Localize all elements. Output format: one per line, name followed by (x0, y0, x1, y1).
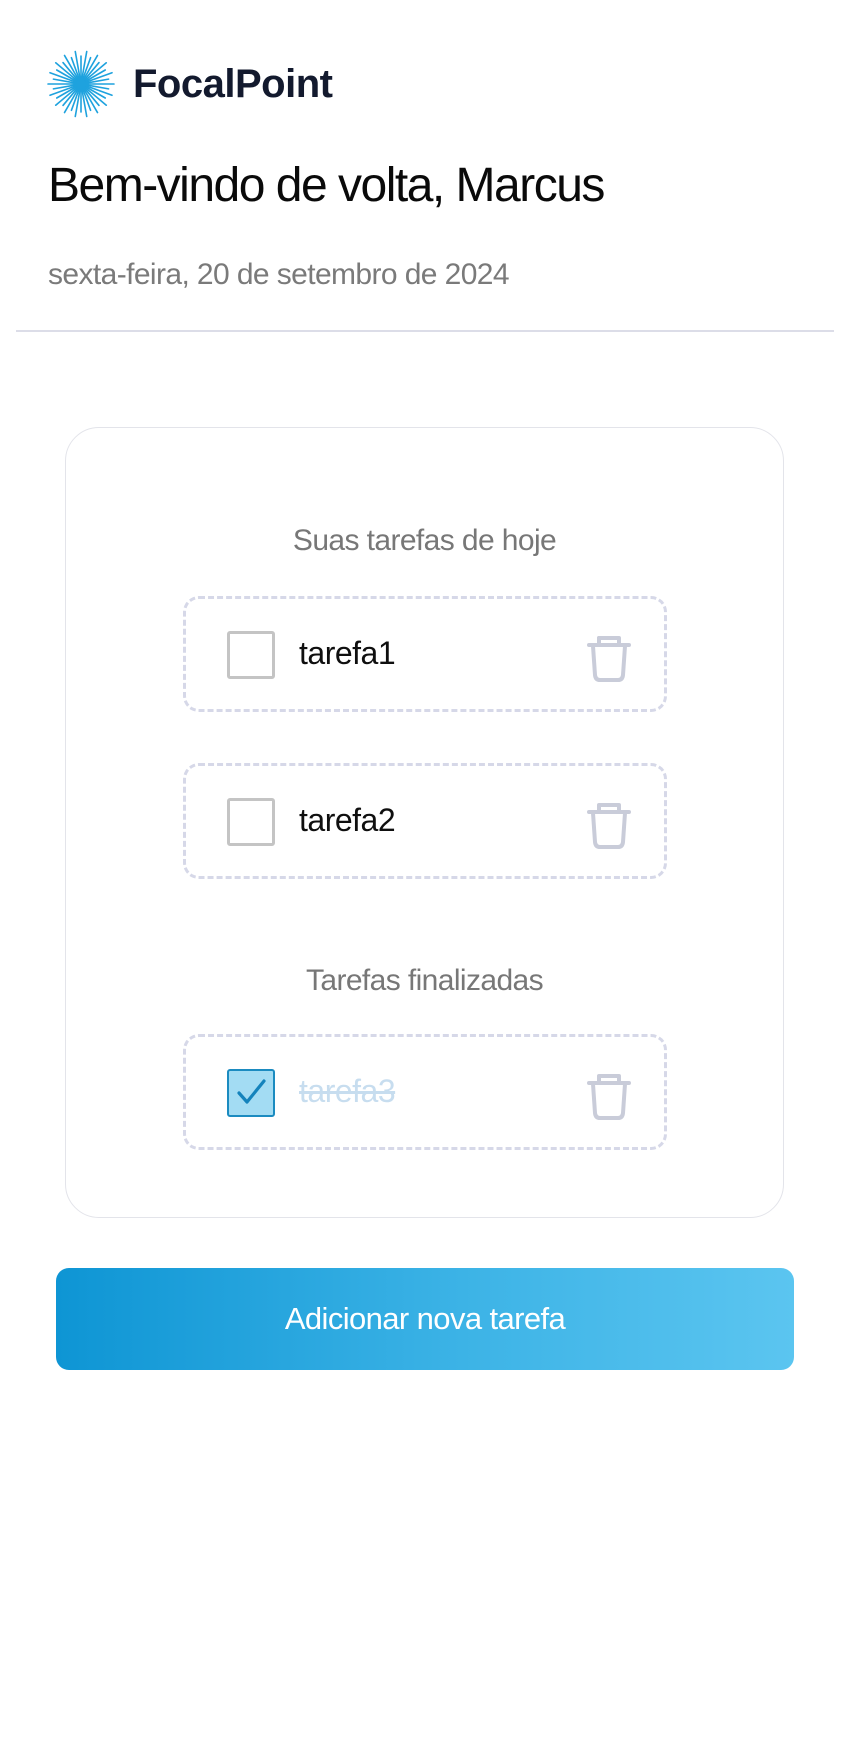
add-task-button[interactable]: Adicionar nova tarefa (56, 1268, 794, 1370)
task-checkbox[interactable] (227, 798, 275, 846)
starburst-icon (47, 50, 115, 118)
trash-icon[interactable] (585, 633, 633, 683)
finished-section-title: Tarefas finalizadas (305, 964, 544, 997)
task-label: tarefa2 (299, 802, 396, 838)
tasks-card: Suas tarefas de hoje tarefa1 tarefa2 Tar… (65, 427, 784, 1218)
task-checkbox[interactable] (227, 631, 275, 679)
todo-page: FocalPoint Bem-vindo de volta, Marcus se… (0, 0, 850, 1742)
trash-icon[interactable] (585, 1071, 633, 1121)
task-item: tarefa2 (183, 763, 667, 879)
brand-name: FocalPoint (133, 61, 333, 106)
trash-icon[interactable] (585, 800, 633, 850)
page-header: FocalPoint Bem-vindo de volta, Marcus se… (16, 0, 834, 332)
task-label: tarefa1 (299, 635, 396, 671)
task-item-finished: tarefa3 (183, 1034, 667, 1150)
task-label-done: tarefa3 (299, 1073, 396, 1109)
task-item: tarefa1 (183, 596, 667, 712)
task-checkbox-checked[interactable] (227, 1069, 275, 1117)
today-section-title: Suas tarefas de hoje (292, 524, 557, 557)
current-date: sexta-feira, 20 de setembro de 2024 (48, 258, 510, 291)
page-title: Bem-vindo de volta, Marcus (48, 159, 605, 212)
brand: FocalPoint (47, 50, 333, 118)
